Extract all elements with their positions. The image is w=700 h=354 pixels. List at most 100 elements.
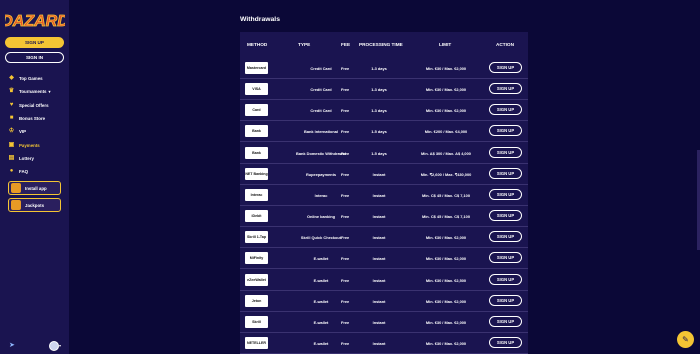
svg-text:DAZARD: DAZARD xyxy=(5,13,65,30)
chevron-down-icon[interactable]: ▾ xyxy=(59,343,61,348)
cell-processing-time: Instant xyxy=(372,171,386,177)
table-row: Jeton E-wallet Free Instant Min. €30 / Max. … xyxy=(240,291,528,312)
page-title: Withdrawals xyxy=(240,16,280,23)
row-signup-button[interactable]: SIGN UP xyxy=(489,252,522,264)
cell-fee: Free xyxy=(341,340,350,346)
table-row: Bank Bank International Free 1-5 days Min. €… xyxy=(240,121,528,143)
cell-fee: Free xyxy=(341,87,350,93)
install-app-button[interactable]: Install app xyxy=(8,181,61,195)
support-chat-button[interactable]: ✎ xyxy=(677,331,694,348)
sidebar-item-label: Lottery xyxy=(19,155,34,161)
cell-limit: Min. €30 / Max. €2,000 xyxy=(425,256,467,262)
sidebar-item-bonus-store[interactable]: ■ Bonus Store xyxy=(8,112,66,125)
ticket-icon: ▤ xyxy=(8,154,15,161)
row-signup-button[interactable]: SIGN UP xyxy=(489,83,522,95)
cell-processing-time: Instant xyxy=(372,214,386,220)
sidebar-item-lottery[interactable]: ▤ Lottery xyxy=(8,152,66,165)
payment-method-logo: Interac xyxy=(245,188,268,201)
language-globe-icon[interactable] xyxy=(49,341,59,351)
promo-label: Install app xyxy=(25,185,47,191)
row-signup-button[interactable]: SIGN UP xyxy=(489,294,522,306)
cell-limit: Min. €30 / Max. €2,000 xyxy=(425,298,467,304)
promo-label: Jackpots xyxy=(25,202,45,208)
jackpots-button[interactable]: Jackpots xyxy=(8,198,61,212)
crown-icon: ♔ xyxy=(8,128,15,135)
row-signup-button[interactable]: SIGN UP xyxy=(489,210,522,222)
cell-processing-time: 1-3 days xyxy=(371,87,387,93)
sidebar-item-tournaments[interactable]: ♛ Tournaments ▾ xyxy=(8,85,66,98)
cell-limit: Min. €30 / Max. €2,000 xyxy=(425,66,467,71)
cell-fee: Free xyxy=(341,66,350,71)
cell-fee: Free xyxy=(341,150,350,156)
row-signup-button[interactable]: SIGN UP xyxy=(489,231,522,243)
cell-fee: Free xyxy=(341,277,350,283)
row-signup-button[interactable]: SIGN UP xyxy=(489,62,522,73)
sidebar-item-special-offers[interactable]: ♥ Special Offers xyxy=(8,99,66,112)
payment-method-logo: NET Banking xyxy=(245,167,268,180)
header-type: TYPE xyxy=(298,42,311,47)
row-signup-button[interactable]: SIGN UP xyxy=(489,273,522,285)
row-signup-button[interactable]: SIGN UP xyxy=(489,336,522,348)
cell-fee: Free xyxy=(341,298,350,304)
cell-limit: Min. €30 / Max. €2,000 xyxy=(425,87,467,93)
cell-processing-time: Instant xyxy=(372,277,386,283)
signin-button[interactable]: SIGN IN xyxy=(5,52,64,63)
cell-fee: Free xyxy=(341,171,350,177)
sidebar-item-top-games[interactable]: ◆ Top Games xyxy=(8,72,66,85)
brand-logo[interactable]: DAZARD xyxy=(5,9,65,31)
table-header: METHOD TYPE FEE PROCESSING TIME LIMIT AC… xyxy=(240,32,528,58)
signup-button[interactable]: SIGN UP xyxy=(5,37,64,48)
table-row: Bank Bank Domestic Withdrawal Free 1-5 days… xyxy=(240,143,528,164)
cell-processing-time: 1-5 days xyxy=(371,129,387,135)
cell-processing-time: Instant xyxy=(372,340,386,346)
table-row: Interac Interac Free Instant Min. C$ 45 / Ma… xyxy=(240,185,528,206)
cell-processing-time: Instant xyxy=(372,192,386,198)
sidebar-item-label: Bonus Store xyxy=(19,116,46,122)
cell-limit: Min. ₹2,600 / Max. ₹430,000 xyxy=(420,171,472,177)
row-signup-button[interactable]: SIGN UP xyxy=(489,167,522,179)
cell-fee: Free xyxy=(341,256,350,262)
table-row: MiFinity E-wallet Free Instant Min. €30 / Ma… xyxy=(240,248,528,270)
payment-method-logo: MiFinity xyxy=(245,252,268,265)
sidebar-item-label: Top Games xyxy=(19,76,43,82)
row-signup-button[interactable]: SIGN UP xyxy=(489,188,522,200)
cell-processing-time: Instant xyxy=(372,298,386,304)
cell-processing-time: Instant xyxy=(372,235,386,241)
cell-fee: Free xyxy=(341,192,350,198)
chat-icon: ● xyxy=(9,168,14,175)
telegram-icon[interactable]: ➤ xyxy=(9,342,17,350)
payment-method-logo: Skrill xyxy=(245,315,268,328)
row-signup-button[interactable]: SIGN UP xyxy=(489,104,522,116)
row-signup-button[interactable]: SIGN UP xyxy=(489,125,522,137)
cell-processing-time: 1-5 days xyxy=(371,150,387,156)
payment-method-logo: Bank xyxy=(245,146,268,159)
sidebar: DAZARD SIGN UP SIGN IN ◆ Top Games ♛ Tou… xyxy=(0,0,69,354)
cell-limit: Min. A$ 300 / Max. A$ 4,000 xyxy=(421,150,471,156)
sidebar-item-label: Special Offers xyxy=(19,102,49,108)
row-signup-button[interactable]: SIGN UP xyxy=(489,146,522,158)
table-row: eZeeWallet E-wallet Free Instant Min. €30 / … xyxy=(240,270,528,291)
sidebar-item-payments[interactable]: ▣ Payments xyxy=(8,138,66,151)
cell-limit: Min. €200 / Max. €4,000 xyxy=(424,129,468,135)
game-controller-icon: ◆ xyxy=(9,75,14,82)
sidebar-item-vip[interactable]: ♔ VIP xyxy=(8,125,66,138)
cell-limit: Min. €30 / Max. €2,500 xyxy=(425,277,467,283)
wallet-icon: ▣ xyxy=(8,141,15,148)
header-fee: FEE xyxy=(341,42,351,47)
sidebar-item-faq[interactable]: ● FAQ xyxy=(8,165,66,178)
row-signup-button[interactable]: SIGN UP xyxy=(489,315,522,327)
payment-method-logo: iDebit xyxy=(245,210,268,223)
payment-method-logo: VISA xyxy=(245,83,268,96)
sidebar-item-label: FAQ xyxy=(19,169,29,175)
cell-fee: Free xyxy=(341,235,350,241)
table-row: NETELLER E-wallet Free Instant Min. €30 / Ma… xyxy=(240,333,528,354)
table-row: Skrill E-wallet Free Instant Min. €30 / Max.… xyxy=(240,312,528,333)
payment-method-logo: NETELLER xyxy=(245,336,268,349)
payment-method-logo: Mastercard xyxy=(245,62,268,74)
table-row: Skrill 1-Tap Skrill Quick Checkout Free Ins… xyxy=(240,227,528,249)
cell-limit: Min. C$ 45 / Max. C$ 7,100 xyxy=(421,192,470,198)
header-action: ACTION xyxy=(496,42,514,47)
table-row: iDebit Online banking Free Instant Min. C$ 4… xyxy=(240,206,528,228)
cell-limit: Min. C$ 45 / Max. C$ 7,100 xyxy=(421,214,470,220)
cell-limit: Min. €30 / Max. €2,000 xyxy=(425,235,467,241)
